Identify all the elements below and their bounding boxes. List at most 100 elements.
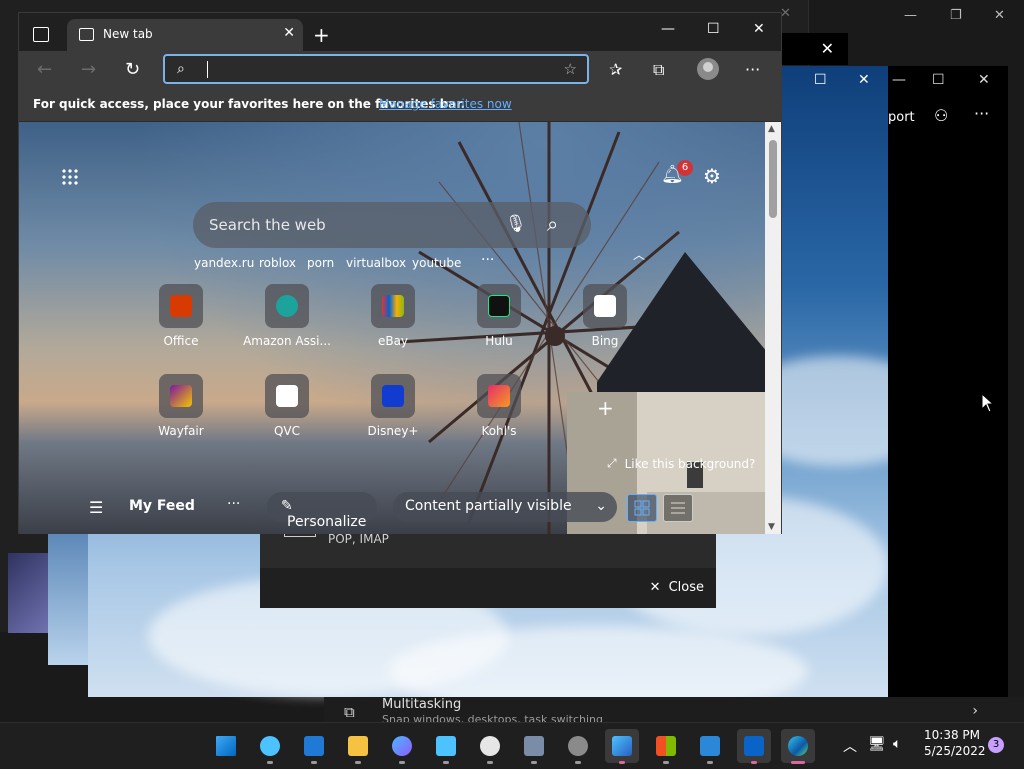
back-icon[interactable]: ← <box>37 59 52 80</box>
multitasking-icon: ⧉ <box>344 703 355 721</box>
scrollbar-thumb[interactable] <box>769 140 777 218</box>
close-window-icon[interactable]: ✕ <box>753 21 765 37</box>
new-tab-button[interactable]: + <box>313 23 330 47</box>
my-feed-tab[interactable]: My Feed <box>129 498 195 514</box>
quick-link[interactable]: porn <box>307 256 334 270</box>
quick-site-tile[interactable]: Wayfair <box>136 374 226 438</box>
quick-link[interactable]: youtube <box>412 256 461 270</box>
scroll-down-arrow-icon[interactable]: ▼ <box>768 522 775 532</box>
personalize-button[interactable]: ✎ Personalize <box>267 492 377 530</box>
account-settings-panel: POP, IMAP ✕ Close <box>260 526 716 608</box>
quick-site-tile[interactable]: Office <box>136 284 226 348</box>
pencil-icon: ✎ <box>281 498 293 514</box>
taskbar-app-edge[interactable] <box>781 729 815 764</box>
quick-site-tile[interactable]: Bing <box>560 284 650 348</box>
quick-site-tile[interactable]: Hulu <box>454 284 544 348</box>
scroll-up-arrow-icon[interactable]: ▲ <box>768 124 775 134</box>
quick-link[interactable]: roblox <box>259 256 296 270</box>
taskbar-app-clock[interactable] <box>473 729 507 764</box>
minimize-icon[interactable]: — <box>892 72 906 88</box>
web-search-box[interactable]: Search the web 🎙︎ ⌕ <box>193 202 591 248</box>
close-tab-icon[interactable]: ✕ <box>283 25 295 41</box>
add-site-plus-icon[interactable]: + <box>597 396 614 420</box>
forward-icon[interactable]: → <box>81 59 96 80</box>
minimize-icon[interactable]: — <box>904 8 917 23</box>
restore-icon[interactable]: ☐ <box>932 72 945 88</box>
new-tab-page-icon <box>79 28 94 41</box>
add-favorite-icon[interactable]: ☆ <box>564 60 577 78</box>
voice-search-mic-icon[interactable]: 🎙︎ <box>505 214 527 234</box>
quick-site-tile[interactable]: Amazon Assi... <box>242 284 332 348</box>
close-button[interactable]: ✕ Close <box>650 580 704 595</box>
content-visibility-dropdown[interactable]: Content partially visible ⌄ <box>393 492 617 522</box>
start-button[interactable] <box>209 729 243 763</box>
quick-site-tile[interactable]: Disney+ <box>348 374 438 438</box>
address-bar[interactable]: ⌕ ☆ <box>163 54 589 84</box>
multitasking-title: Multitasking <box>382 697 462 712</box>
quick-site-tile[interactable]: Kohl's <box>454 374 544 438</box>
account-icon[interactable]: ⚇ <box>934 106 948 125</box>
wayfair-logo-icon <box>170 385 192 407</box>
page-settings-gear-icon[interactable]: ⚙ <box>703 164 721 188</box>
notification-center-badge[interactable]: 3 <box>988 737 1004 753</box>
close-icon[interactable]: ✕ <box>994 8 1005 23</box>
edge-browser-window: New tab ✕ + — ☐ ✕ ← → ↻ ⌕ ☆ ✰ ⧉ ··· For … <box>18 12 782 534</box>
profile-avatar[interactable] <box>697 58 719 80</box>
taskbar-app-mail[interactable] <box>737 729 771 764</box>
taskbar-app-paint[interactable] <box>385 729 419 764</box>
quick-links-more-icon[interactable]: ··· <box>481 252 494 268</box>
paint-palette-icon <box>392 736 412 756</box>
taskbar-app-file-explorer[interactable] <box>341 729 375 764</box>
maximize-icon[interactable]: ☐ <box>707 21 720 37</box>
close-icon[interactable]: ✕ <box>978 72 990 88</box>
menu-hamburger-icon[interactable]: ☰ <box>89 498 103 517</box>
system-clock[interactable]: 10:38 PM 5/25/2022 <box>924 728 986 758</box>
quick-site-tile[interactable]: eBay <box>348 284 438 348</box>
grid-view-button[interactable] <box>627 494 657 522</box>
tab-new-tab[interactable]: New tab ✕ <box>67 19 303 51</box>
favorites-icon[interactable]: ✰ <box>609 60 622 79</box>
more-icon[interactable]: ··· <box>974 104 989 123</box>
taskbar-app-calendar[interactable] <box>693 729 727 764</box>
list-view-button[interactable] <box>663 494 693 522</box>
support-link[interactable]: port <box>888 110 915 125</box>
collections-icon[interactable]: ⧉ <box>653 60 664 80</box>
quick-link[interactable]: yandex.ru <box>194 256 254 270</box>
close-icon[interactable]: ✕ <box>821 39 834 58</box>
taskbar-app-calculator[interactable] <box>517 729 551 764</box>
like-background-button[interactable]: ⤢ Like this background? <box>607 456 755 471</box>
settings-gear-icon <box>568 736 588 756</box>
search-placeholder: Search the web <box>209 216 326 234</box>
search-icon[interactable]: ⌕ <box>547 212 558 236</box>
taskbar-app-settings[interactable] <box>561 729 595 764</box>
apps-launcher-icon[interactable] <box>61 168 79 186</box>
restore-icon[interactable]: ☐ <box>814 72 827 88</box>
restore-icon[interactable]: ❐ <box>950 8 962 23</box>
volume-icon[interactable]: 🔈︎ <box>893 736 901 752</box>
personalize-label: Personalize <box>287 514 367 530</box>
account-row[interactable]: POP, IMAP <box>260 526 716 568</box>
collapse-chevron-up-icon[interactable]: ︿ <box>633 246 645 263</box>
new-tab-page: 🔔︎ 6 ⚙ Search the web 🎙︎ ⌕ yandex.ru rob… <box>19 122 765 534</box>
refresh-icon[interactable]: ↻ <box>125 59 140 80</box>
feed-more-icon[interactable]: ··· <box>227 496 240 512</box>
tab-actions-icon[interactable] <box>33 27 49 42</box>
taskbar-app-video[interactable] <box>297 729 331 764</box>
close-icon[interactable]: ✕ <box>858 72 870 88</box>
taskbar-app-notepad[interactable] <box>429 729 463 764</box>
taskbar-app-photos[interactable] <box>605 729 639 764</box>
network-icon[interactable]: 🖥︎ <box>868 736 886 752</box>
page-scrollbar[interactable]: ▲ ▼ <box>765 122 781 534</box>
taskbar-app-tips[interactable] <box>253 729 287 764</box>
store-bag-icon <box>656 736 676 756</box>
quick-link[interactable]: virtualbox <box>346 256 406 270</box>
minimize-icon[interactable]: — <box>661 21 675 37</box>
background-window-edge <box>8 553 48 633</box>
show-hidden-icons-chevron-icon[interactable]: ︿ <box>843 736 857 756</box>
quick-site-tile[interactable]: QVC <box>242 374 332 438</box>
settings-more-icon[interactable]: ··· <box>745 60 760 79</box>
notepad-icon <box>436 736 456 756</box>
content-visibility-value: Content partially visible <box>405 498 572 514</box>
taskbar-app-store[interactable] <box>649 729 683 764</box>
manage-favorites-link[interactable]: Manage favorites now <box>379 97 512 111</box>
